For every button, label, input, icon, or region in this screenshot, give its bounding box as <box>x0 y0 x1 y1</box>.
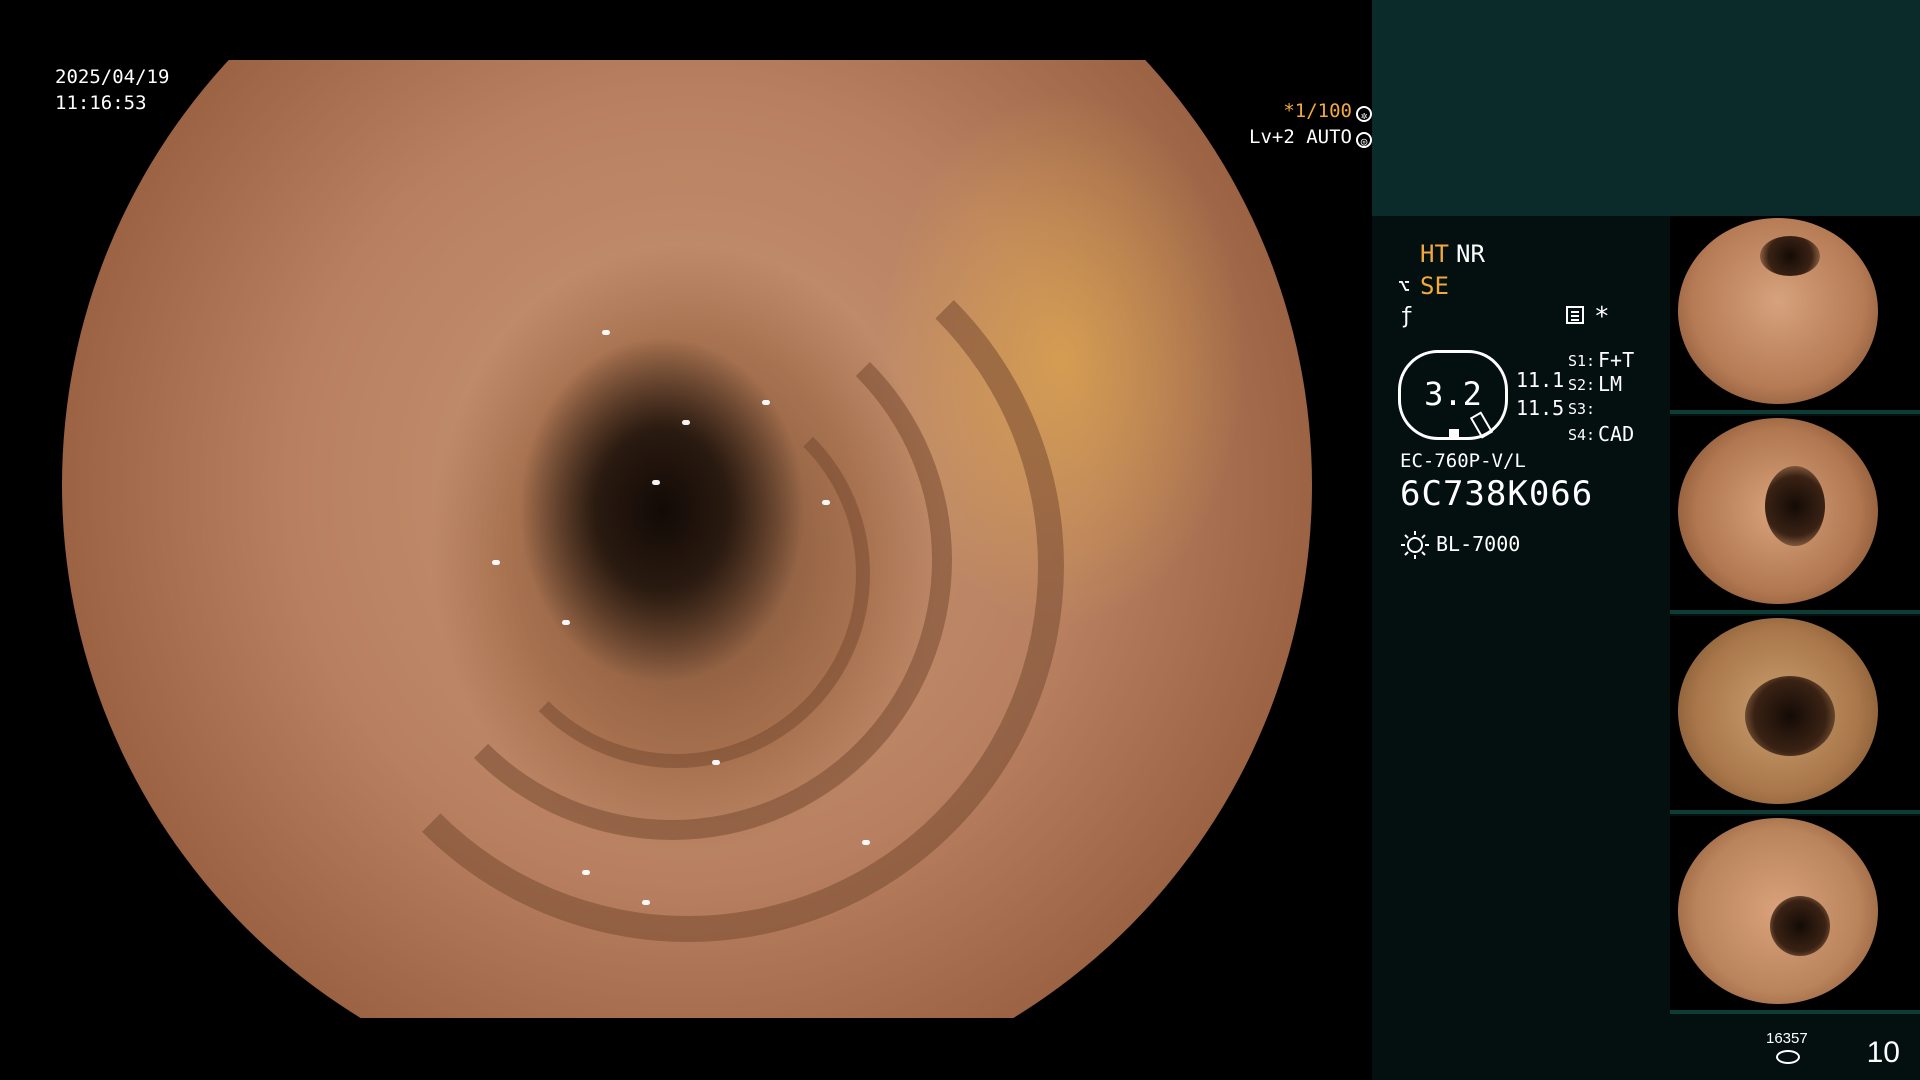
menu-icon <box>1566 306 1584 324</box>
value-a: 11.1 <box>1516 368 1565 392</box>
gauge-needle <box>1469 411 1494 439</box>
level-auto: Lv+2 AUTO <box>1249 126 1352 148</box>
endoscope-image-frame <box>62 60 1312 1018</box>
gauge-value: 3.2 <box>1424 375 1482 413</box>
disk-icon <box>1776 1050 1800 1064</box>
s1-label: S1: <box>1568 352 1596 370</box>
scope-serial: 6C738K066 <box>1400 474 1594 514</box>
thumbnail[interactable] <box>1670 616 1920 814</box>
gear-icon: ◎ <box>1356 132 1372 148</box>
endoscope-view: 2025/04/19 11:16:53 *1/100 ✲ Lv+2 AUTO ◎ <box>0 0 1372 1080</box>
s2-label: S2: <box>1568 376 1596 394</box>
date-text: 2025/04/19 <box>55 66 170 88</box>
s4-value: CAD <box>1598 422 1635 446</box>
scissors-icon: ⌥ <box>1398 274 1411 298</box>
gear-icon: ✲ <box>1356 106 1372 122</box>
side-panel: HT NR ⌥ SE ƒ * 3.2 11.1 11.5 S1: F+T S2:… <box>1372 0 1920 1080</box>
s1-value: F+T <box>1598 348 1635 372</box>
s4-label: S4: <box>1568 426 1596 444</box>
light-icon <box>1401 531 1429 559</box>
image-count: 10 <box>1866 1036 1900 1069</box>
mode-se: SE <box>1420 272 1449 300</box>
s3-label: S3: <box>1568 400 1596 418</box>
f-stop-icon: ƒ <box>1400 304 1414 329</box>
thumbnail-list[interactable] <box>1670 216 1920 1016</box>
shutter-speed: *1/100 <box>1283 100 1352 122</box>
exposure-info: *1/100 ✲ Lv+2 AUTO ◎ <box>52 98 1372 150</box>
thumbnail[interactable] <box>1670 216 1920 414</box>
star-icon: * <box>1594 302 1610 332</box>
endoscope-image <box>62 60 1312 1018</box>
gauge: 3.2 <box>1398 350 1508 440</box>
scope-model: EC-760P-V/L <box>1400 450 1526 472</box>
mode-ht: HT <box>1420 240 1449 268</box>
mode-nr: NR <box>1456 240 1485 268</box>
thumbnail[interactable] <box>1670 816 1920 1014</box>
light-source: BL-7000 <box>1436 532 1521 556</box>
panel-header-block <box>1372 0 1920 216</box>
thumbnail[interactable] <box>1670 416 1920 614</box>
s2-value: LM <box>1598 372 1623 396</box>
storage-count: 16357 <box>1766 1030 1808 1047</box>
value-b: 11.5 <box>1516 396 1565 420</box>
gauge-bar <box>1449 429 1459 437</box>
